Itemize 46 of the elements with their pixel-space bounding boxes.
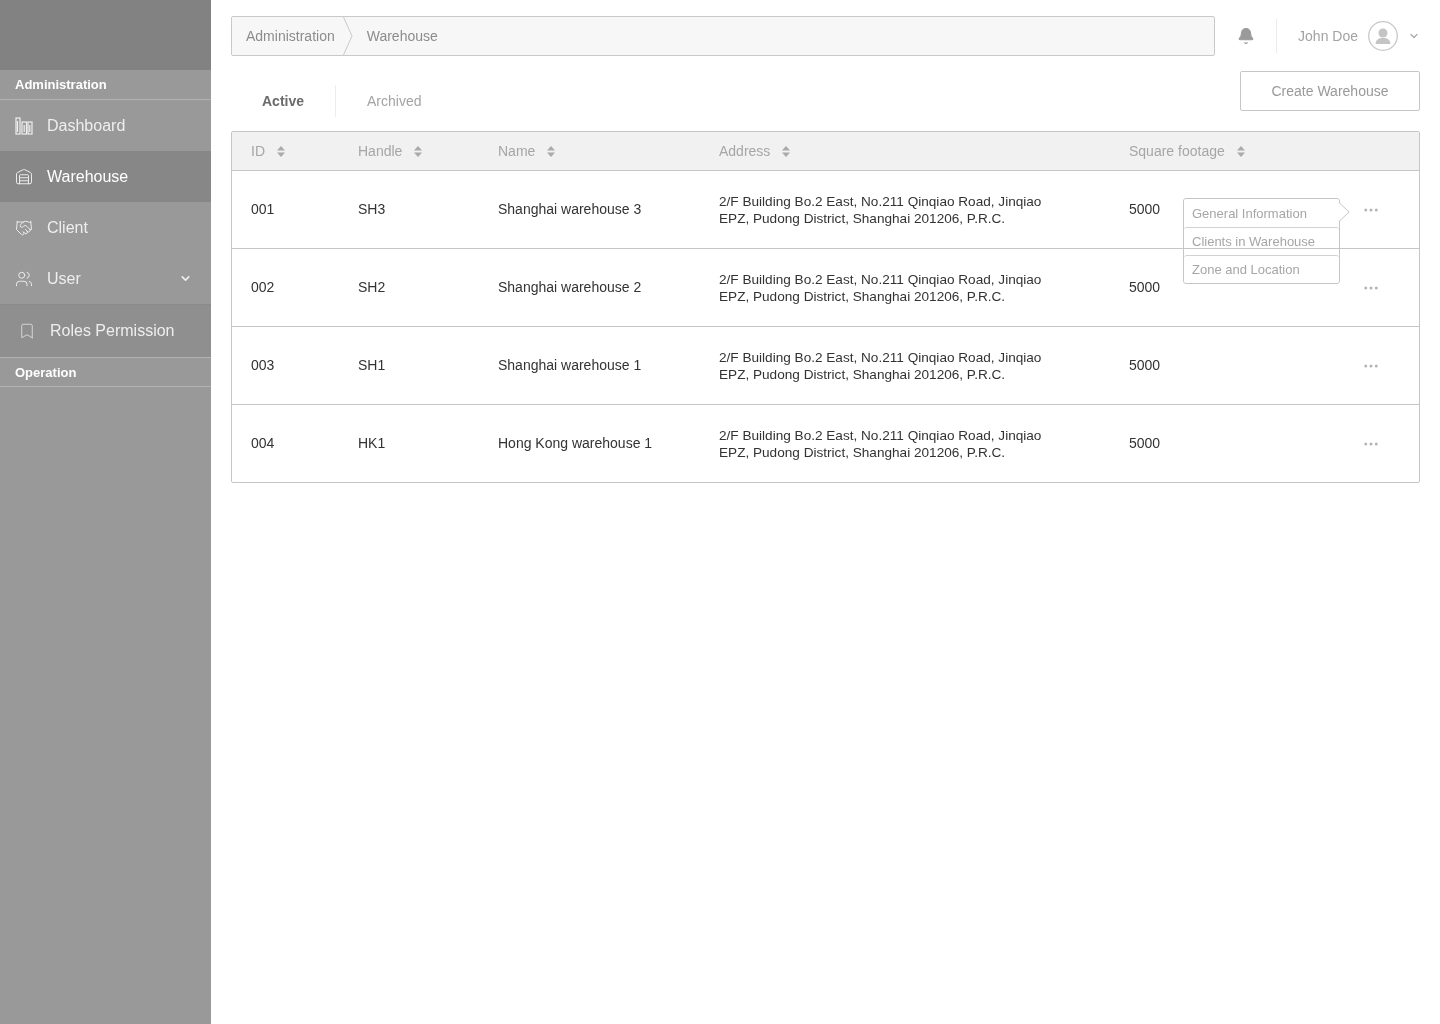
table-cell: 002 xyxy=(251,279,275,296)
table-cell: SH3 xyxy=(358,201,386,218)
handshake-icon xyxy=(15,218,33,237)
create-warehouse-button[interactable]: Create Warehouse xyxy=(1240,71,1420,111)
sidebar-item[interactable]: Warehouse xyxy=(0,151,211,202)
table-cell-text: 2/F Building Bo.2 East, No.211 Qinqiao Road, Jinqiao EPZ, Pudong District, Shanghai 201206, P.R.C. xyxy=(719,348,1043,383)
breadcrumb-link[interactable]: Warehouse xyxy=(352,17,438,55)
user-menu-button[interactable]: John Doe xyxy=(1277,21,1420,51)
table-cell: 5000 xyxy=(1129,279,1161,296)
sort-icon xyxy=(547,145,556,157)
building-bars-icon xyxy=(15,116,33,135)
column-header[interactable]: Address xyxy=(719,143,791,159)
table-cell: HK1 xyxy=(358,435,386,452)
sort-icon xyxy=(414,145,423,157)
table-cell: SH2 xyxy=(358,279,386,296)
menu-item[interactable]: Zone and Location xyxy=(1184,255,1339,283)
sort-icon xyxy=(277,145,285,157)
column-header[interactable]: Name xyxy=(498,143,556,159)
tab[interactable]: Active xyxy=(231,85,336,117)
sidebar-subitem[interactable]: Roles Permission xyxy=(0,305,211,357)
column-header[interactable]: Handle xyxy=(358,143,423,159)
warehouse-icon xyxy=(15,167,33,186)
column-header[interactable]: ID xyxy=(251,143,285,159)
users-icon xyxy=(15,269,33,288)
table-cell: 003 xyxy=(251,357,275,374)
table-cell-text: 2/F Building Bo.2 East, No.211 Qinqiao Road, Jinqiao EPZ, Pudong District, Shanghai 201206, P.R.C. xyxy=(719,426,1043,461)
table-cell: Shanghai warehouse 3 xyxy=(498,201,642,218)
table-cell: 5000 xyxy=(1129,357,1161,374)
avatar-icon xyxy=(1368,21,1398,51)
table-cell: 001 xyxy=(251,201,275,218)
table-cell: SH1 xyxy=(358,357,386,374)
section-title: Operation xyxy=(0,357,211,387)
sort-icon xyxy=(1236,145,1245,157)
table-cell-text: 2/F Building Bo.2 East, No.211 Qinqiao Road, Jinqiao EPZ, Pudong District, Shanghai 201206, P.R.C. xyxy=(719,270,1043,305)
table-cell: 5000 xyxy=(1129,201,1161,218)
table-cell: 5000 xyxy=(1129,435,1161,452)
table-cell: Shanghai warehouse 1 xyxy=(498,357,642,374)
sort-icon xyxy=(782,145,791,157)
tab[interactable]: Archived xyxy=(335,85,453,117)
table-cell-text: 2/F Building Bo.2 East, No.211 Qinqiao Road, Jinqiao EPZ, Pudong District, Shanghai 201206, P.R.C. xyxy=(719,192,1043,227)
table-cell: 004 xyxy=(251,435,275,452)
bookmark-icon xyxy=(18,322,36,340)
table-cell: Hong Kong warehouse 1 xyxy=(498,435,653,452)
breadcrumb-link[interactable]: Administration xyxy=(232,17,335,55)
table-cell: Shanghai warehouse 2 xyxy=(498,279,642,296)
column-header[interactable]: Square footage xyxy=(1129,143,1245,159)
